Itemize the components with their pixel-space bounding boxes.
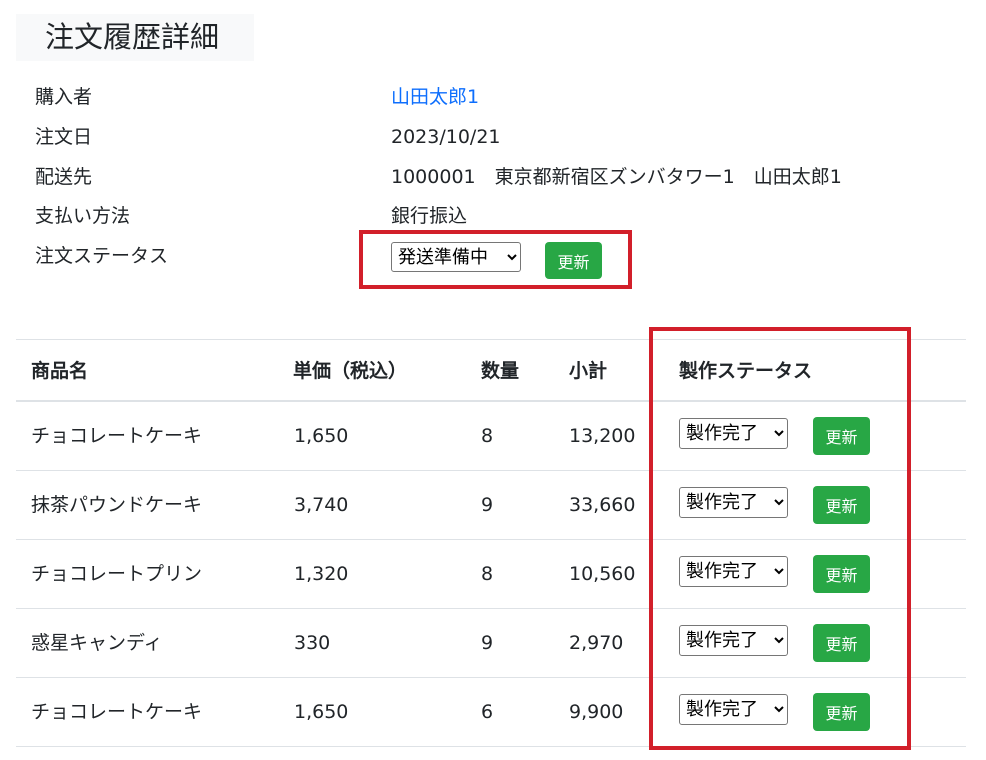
subtotal: 33,660 [569,494,636,516]
unit-price: 1,320 [294,563,349,585]
unit-price: 1,650 [294,425,349,447]
buyer-row: 購入者 山田太郎1 [0,82,986,112]
quantity: 8 [481,425,494,447]
buyer-link[interactable]: 山田太郎1 [391,82,479,112]
header-product-name: 商品名 [31,360,89,382]
order-status-highlight-box [359,230,632,289]
production-status-highlight-box [649,327,911,750]
payment-label: 支払い方法 [35,205,131,227]
address-value: 1000001 東京都新宿区ズンバタワー1 山田太郎1 [391,166,842,188]
quantity: 9 [481,494,494,516]
header-subtotal: 小計 [569,360,608,382]
payment-row: 支払い方法 銀行振込 [0,201,986,231]
subtotal: 9,900 [569,701,624,723]
order-date-label: 注文日 [35,126,93,148]
subtotal: 13,200 [569,425,636,447]
order-date-value: 2023/10/21 [391,126,501,148]
order-status-label: 注文ステータス [35,245,169,267]
payment-value: 銀行振込 [391,205,468,227]
quantity: 8 [481,563,494,585]
unit-price: 3,740 [294,494,349,516]
unit-price: 1,650 [294,701,349,723]
subtotal: 2,970 [569,632,624,654]
product-name: チョコレートケーキ [31,425,203,447]
quantity: 6 [481,701,494,723]
unit-price: 330 [294,632,331,654]
product-name: 抹茶パウンドケーキ [31,494,203,516]
product-name: 惑星キャンディ [31,632,163,654]
header-quantity: 数量 [481,360,520,382]
order-date-row: 注文日 2023/10/21 [0,122,986,152]
quantity: 9 [481,632,494,654]
header-unit-price: 単価（税込） [293,360,408,382]
subtotal: 10,560 [569,563,636,585]
buyer-label: 購入者 [35,86,93,108]
product-name: チョコレートプリン [31,563,203,585]
product-name: チョコレートケーキ [31,701,203,723]
page-title: 注文履歴詳細 [45,20,220,54]
address-row: 配送先 1000001 東京都新宿区ズンバタワー1 山田太郎1 [0,162,986,192]
address-label: 配送先 [35,166,93,188]
page-title-box: 注文履歴詳細 [16,14,254,61]
